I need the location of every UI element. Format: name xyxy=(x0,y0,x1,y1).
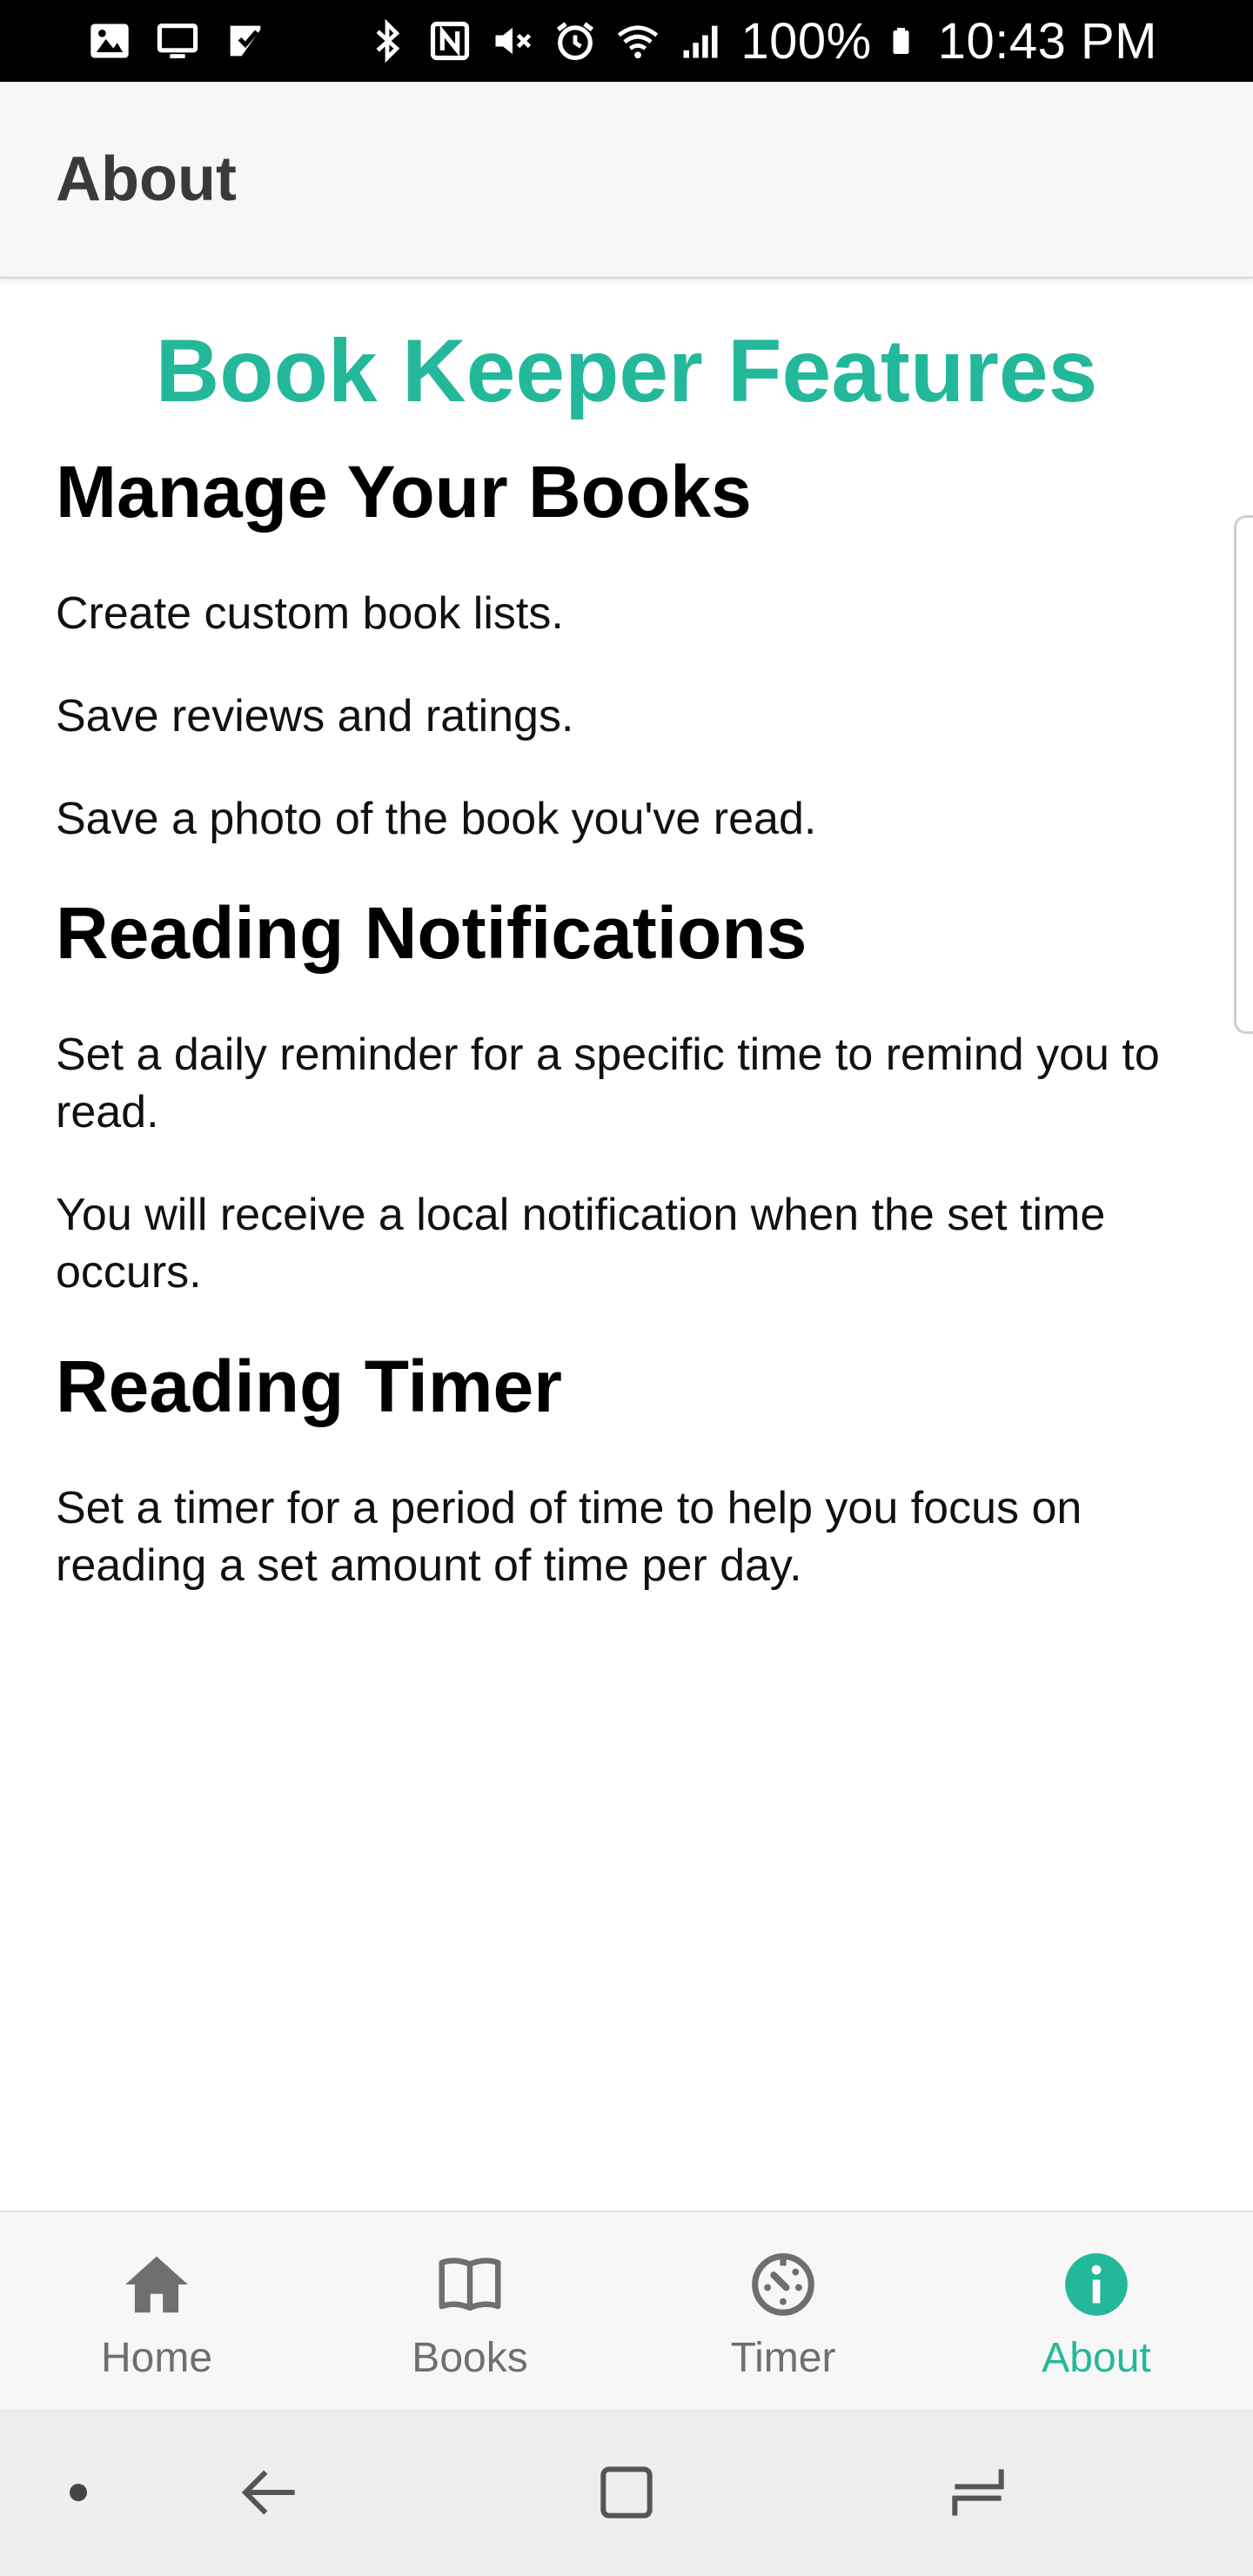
flipboard-icon xyxy=(230,25,261,57)
about-content[interactable]: Book Keeper Features Manage Your Books C… xyxy=(0,280,1253,2210)
dot-indicator-icon[interactable] xyxy=(61,2475,96,2510)
page-title: About xyxy=(56,144,237,214)
mute-icon xyxy=(495,27,532,55)
system-nav-bar xyxy=(0,2409,1253,2576)
book-icon xyxy=(439,2257,501,2311)
feature-text: Set a daily reminder for a specific time… xyxy=(56,1029,1160,1137)
status-right-icons: 100% 10:43 PM xyxy=(365,12,1157,70)
nav-item-home[interactable]: Home xyxy=(0,2212,313,2409)
nav-label-timer: Timer xyxy=(730,2335,836,2381)
section-heading-manage-books: Manage Your Books xyxy=(56,451,752,533)
nav-item-timer[interactable]: Timer xyxy=(626,2212,940,2409)
recent-apps-icon[interactable] xyxy=(943,2458,1013,2527)
bottom-nav: Home Books Timer About xyxy=(0,2210,1253,2409)
nav-label-home: Home xyxy=(100,2335,213,2381)
home-button-icon[interactable] xyxy=(592,2458,661,2527)
status-time: 10:43 PM xyxy=(937,12,1157,70)
home-icon xyxy=(125,2256,188,2313)
nav-label-about: About xyxy=(1042,2335,1151,2381)
timer-icon xyxy=(752,2253,814,2316)
app-header: About xyxy=(0,82,1253,278)
bluetooth-icon xyxy=(376,18,400,64)
alarm-icon xyxy=(557,22,594,61)
back-icon[interactable] xyxy=(237,2458,306,2527)
nfc-icon xyxy=(431,21,470,61)
signal-icon xyxy=(683,25,718,58)
battery-percent: 100% xyxy=(740,12,872,70)
feature-text: Create custom book lists. xyxy=(56,588,564,640)
feature-text: Save a photo of the book you've read. xyxy=(56,794,817,845)
gallery-icon xyxy=(90,23,129,58)
nav-item-books[interactable]: Books xyxy=(313,2212,626,2409)
feature-text: Set a timer for a period of time to help… xyxy=(56,1482,1082,1591)
feature-text: You will receive a local notification wh… xyxy=(56,1189,1106,1298)
status-bar: 100% 10:43 PM xyxy=(0,0,1253,82)
feature-text: Save reviews and ratings. xyxy=(56,691,574,742)
section-heading-reading-notifications: Reading Notifications xyxy=(56,892,807,975)
nav-item-about[interactable]: About xyxy=(940,2212,1253,2409)
screen-cast-icon xyxy=(157,23,198,58)
section-heading-reading-timer: Reading Timer xyxy=(56,1345,562,1427)
status-left-icons xyxy=(87,18,268,64)
feature-title: Book Keeper Features xyxy=(155,321,1098,420)
nav-label-books: Books xyxy=(412,2335,528,2381)
edge-panel-handle[interactable] xyxy=(1234,515,1253,1034)
info-icon xyxy=(1065,2253,1128,2316)
wifi-icon xyxy=(618,25,659,59)
battery-icon xyxy=(893,28,909,54)
